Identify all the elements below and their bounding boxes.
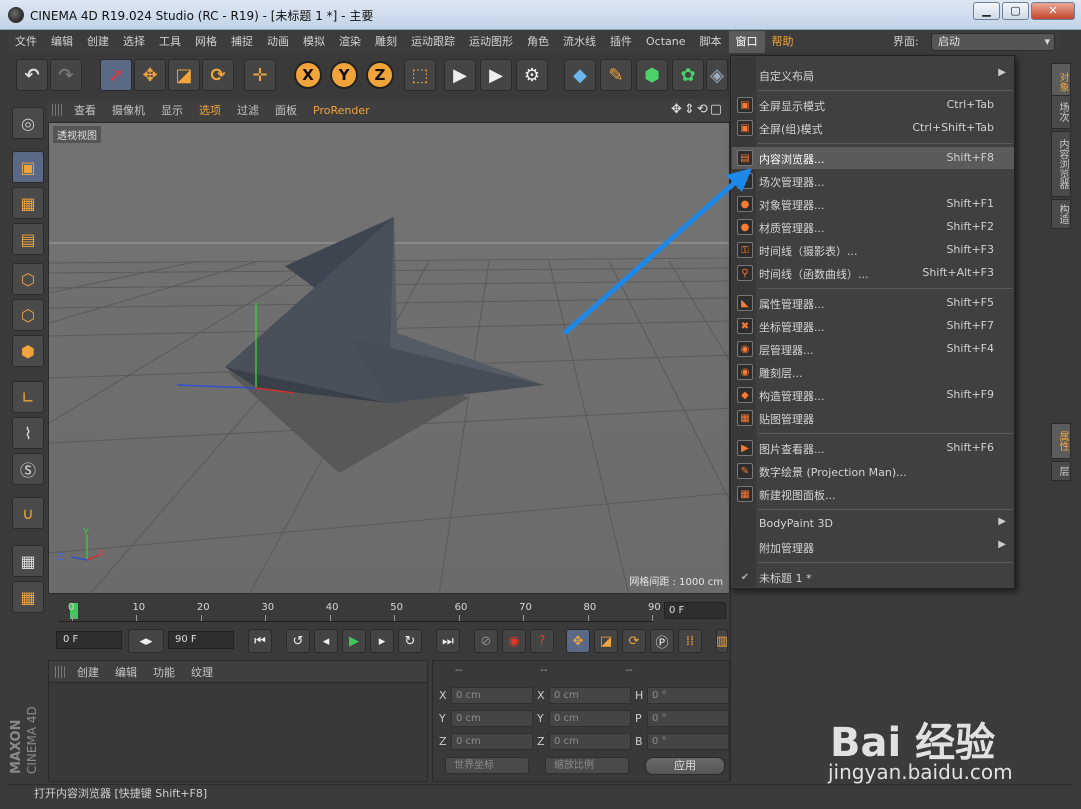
- baidu-watermark: Bai 经验 jingyan.baidu.com: [826, 690, 1056, 790]
- annotation-arrow: [563, 168, 752, 335]
- watermark-url: jingyan.baidu.com: [828, 760, 1013, 784]
